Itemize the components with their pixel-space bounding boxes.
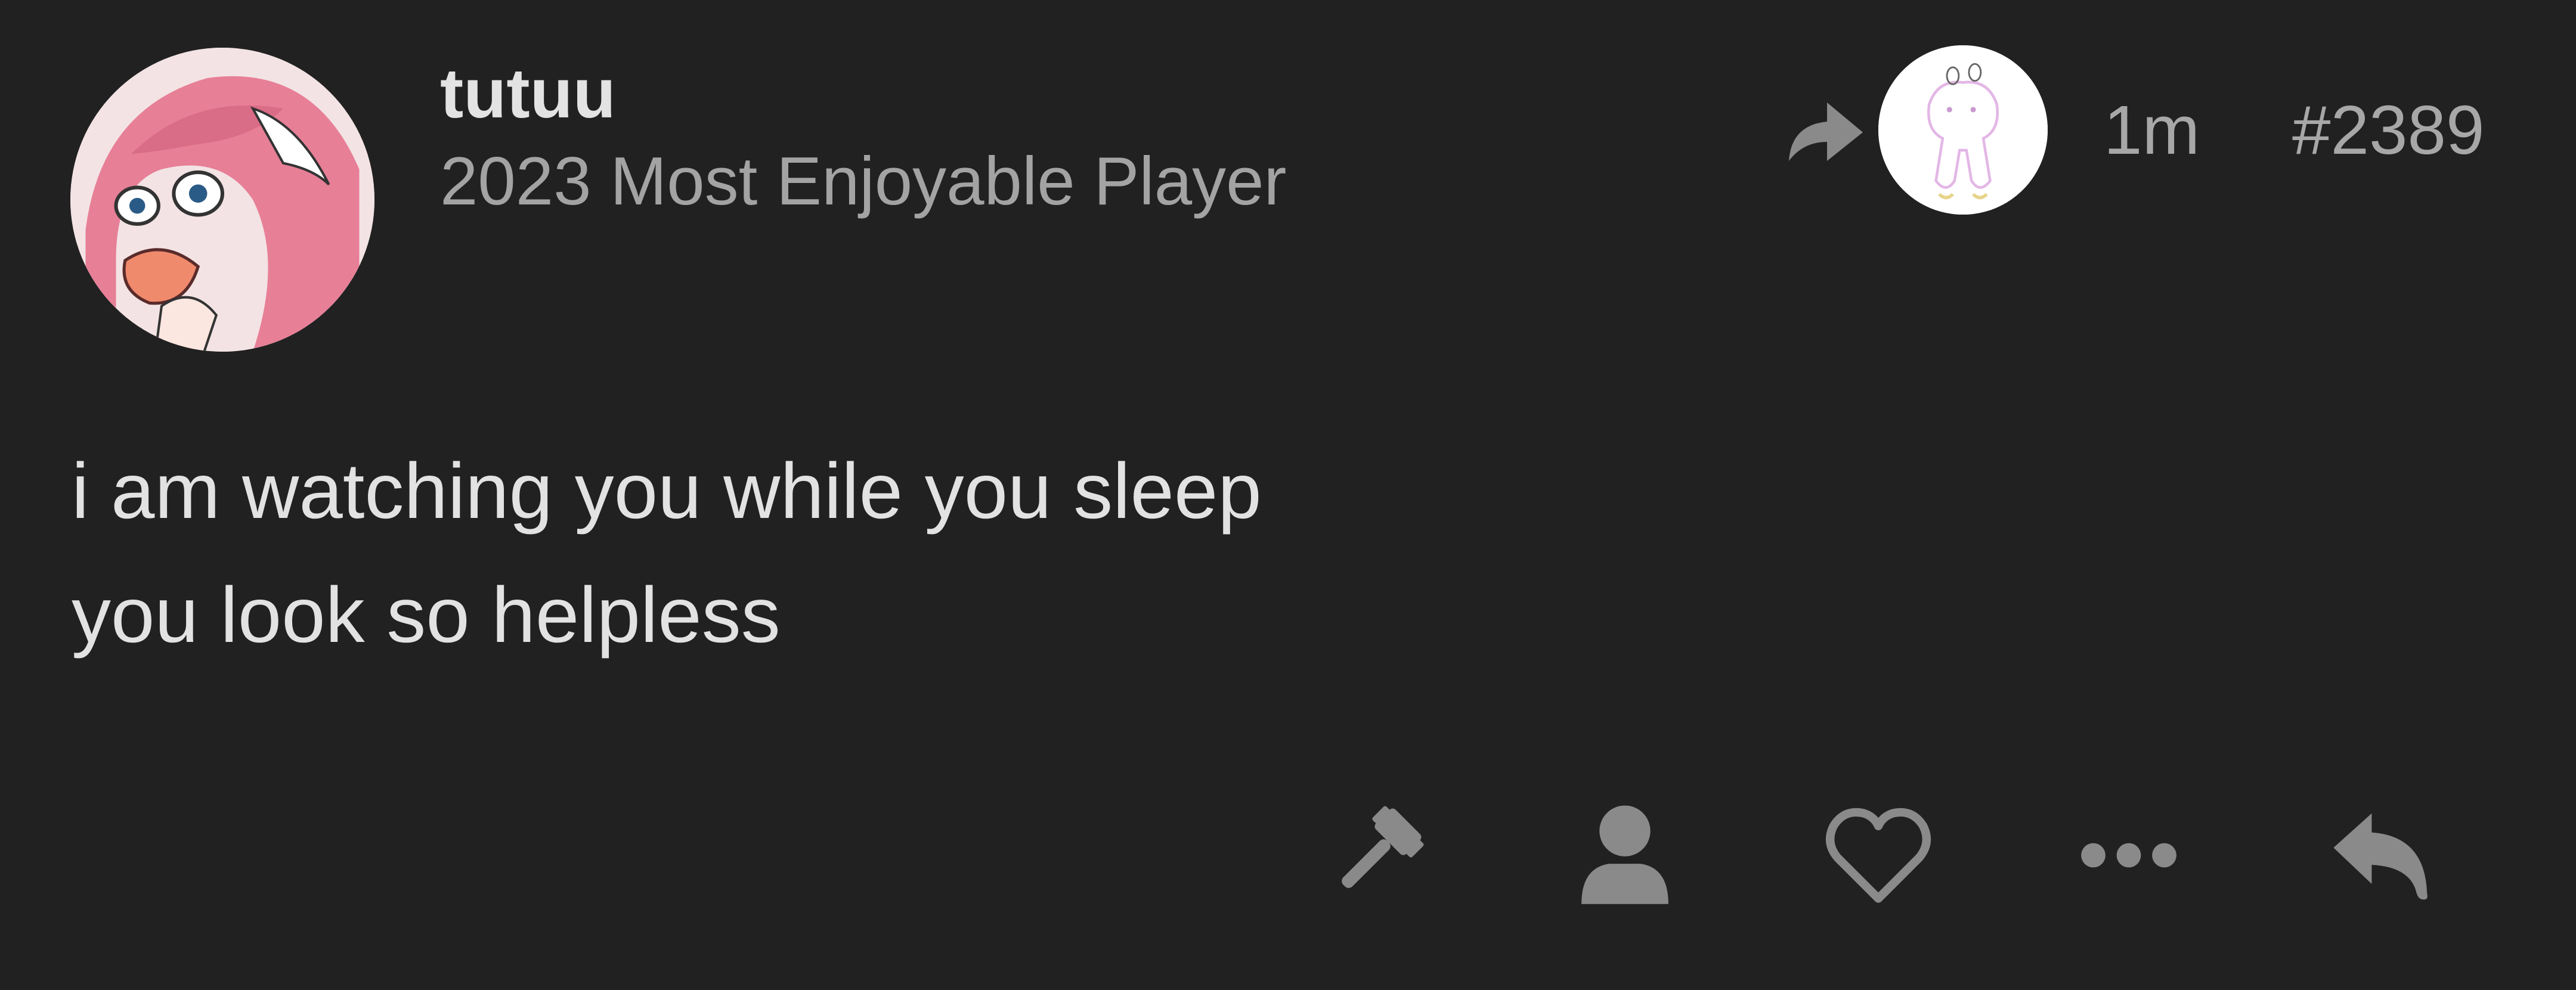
like-button[interactable]	[1822, 799, 1935, 912]
reply-button[interactable]	[2326, 799, 2439, 912]
post: tutuu 2023 Most Enjoyable Player 1m #238…	[0, 0, 2576, 990]
reply-icon	[2333, 813, 2428, 900]
author-avatar[interactable]	[70, 48, 374, 352]
author-title: 2023 Most Enjoyable Player	[440, 144, 1287, 219]
gavel-icon	[1342, 806, 1424, 888]
reply-arrow-icon	[1783, 94, 1866, 166]
sketch-avatar-image	[1878, 45, 2048, 215]
author-username[interactable]: tutuu	[440, 58, 616, 129]
heart-icon	[1825, 808, 1931, 903]
post-body-line: i am watching you while you sleep	[72, 447, 1262, 535]
post-number[interactable]: #2389	[2292, 95, 2485, 165]
anime-avatar-image	[70, 48, 374, 352]
reply-target-avatar[interactable]	[1878, 45, 2048, 215]
post-time[interactable]: 1m	[2104, 95, 2200, 165]
profile-button[interactable]	[1568, 799, 1682, 912]
more-button[interactable]	[2072, 799, 2185, 912]
post-body: i am watching you while you sleep you lo…	[72, 429, 1262, 677]
moderate-button[interactable]	[1318, 799, 1431, 912]
post-body-line: you look so helpless	[72, 571, 781, 659]
ellipsis-icon	[2081, 843, 2176, 868]
user-icon	[1581, 805, 1668, 904]
